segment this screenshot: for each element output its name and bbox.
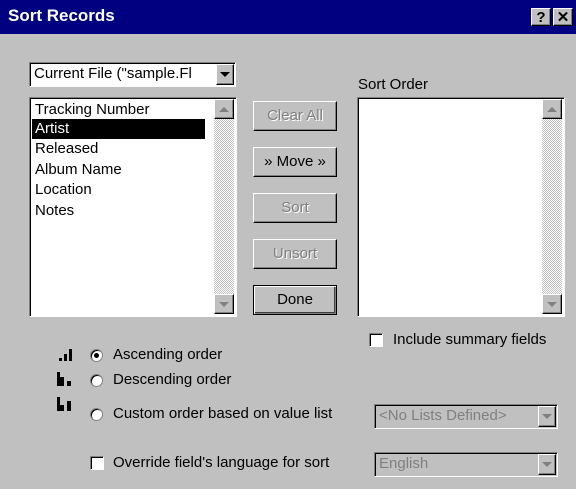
fields-list[interactable]: Tracking Number Artist Released Album Na… bbox=[29, 97, 237, 317]
custom-order-radio[interactable] bbox=[90, 408, 103, 421]
sort-order-list[interactable] bbox=[357, 97, 565, 317]
scroll-up-button[interactable] bbox=[542, 99, 562, 119]
scroll-down-button[interactable] bbox=[214, 294, 234, 314]
list-item[interactable]: Released bbox=[32, 139, 98, 159]
done-button[interactable]: Done bbox=[253, 285, 337, 315]
language-value: English bbox=[379, 455, 429, 472]
sort-button[interactable]: Sort bbox=[253, 193, 337, 223]
unsort-button[interactable]: Unsort bbox=[253, 239, 337, 269]
custom-bars-icon bbox=[57, 397, 71, 411]
move-button[interactable]: » Move » bbox=[253, 147, 337, 177]
language-select[interactable]: English bbox=[374, 452, 558, 477]
source-file-value: Current File ("sample.Fl bbox=[34, 65, 192, 82]
include-summary-label[interactable]: Include summary fields bbox=[393, 331, 546, 348]
descending-bars-icon bbox=[57, 372, 71, 386]
arrow-down-icon bbox=[219, 301, 229, 307]
help-icon[interactable]: ? bbox=[531, 8, 551, 26]
custom-order-label[interactable]: Custom order based on value list bbox=[113, 405, 332, 422]
override-language-checkbox[interactable] bbox=[90, 456, 104, 470]
scroll-down-button[interactable] bbox=[542, 294, 562, 314]
descending-radio[interactable] bbox=[90, 374, 103, 387]
override-language-label[interactable]: Override field's language for sort bbox=[113, 454, 329, 471]
arrow-up-icon bbox=[219, 106, 229, 112]
sort-order-label: Sort Order bbox=[358, 76, 429, 93]
source-file-select[interactable]: Current File ("sample.Fl bbox=[29, 62, 236, 87]
value-list-select[interactable]: <No Lists Defined> bbox=[374, 404, 558, 429]
value-list-dropdown-button[interactable] bbox=[538, 406, 556, 427]
chevron-down-icon bbox=[220, 72, 230, 77]
scroll-up-button[interactable] bbox=[214, 99, 234, 119]
list-item[interactable]: Album Name bbox=[32, 160, 122, 180]
chevron-down-icon bbox=[542, 462, 552, 467]
descending-label[interactable]: Descending order bbox=[113, 371, 231, 388]
ascending-bars-icon bbox=[59, 349, 72, 361]
list-item[interactable]: Tracking Number bbox=[32, 100, 149, 120]
chevron-down-icon bbox=[542, 414, 552, 419]
source-file-dropdown-button[interactable] bbox=[216, 64, 234, 85]
list-item-selected[interactable]: Artist bbox=[32, 119, 205, 139]
value-list-value: <No Lists Defined> bbox=[379, 407, 507, 424]
fields-scrollbar[interactable] bbox=[214, 99, 234, 314]
ascending-radio[interactable] bbox=[90, 349, 103, 362]
close-icon[interactable]: ✕ bbox=[553, 8, 573, 26]
clear-all-button[interactable]: Clear All bbox=[253, 101, 337, 131]
list-item[interactable]: Notes bbox=[32, 201, 74, 221]
include-summary-checkbox[interactable] bbox=[369, 333, 383, 347]
ascending-label[interactable]: Ascending order bbox=[113, 346, 222, 363]
radio-selected-dot bbox=[94, 353, 99, 358]
window-title: Sort Records bbox=[8, 6, 115, 25]
language-dropdown-button[interactable] bbox=[538, 454, 556, 475]
sort-order-scrollbar[interactable] bbox=[542, 99, 562, 314]
arrow-up-icon bbox=[547, 106, 557, 112]
list-item[interactable]: Location bbox=[32, 180, 92, 200]
arrow-down-icon bbox=[547, 301, 557, 307]
